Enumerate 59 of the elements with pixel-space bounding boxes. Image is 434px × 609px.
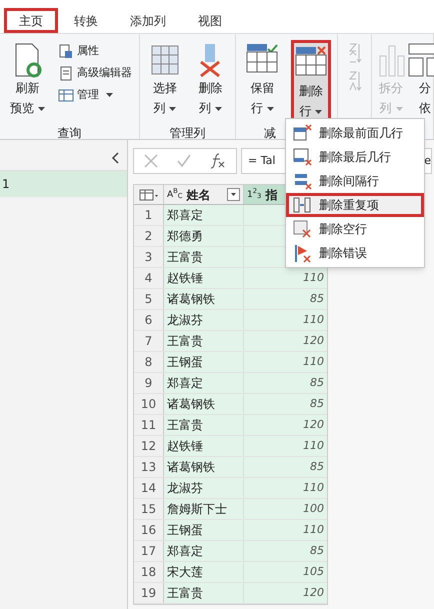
row-number: 12 xyxy=(134,436,164,456)
row-number: 11 xyxy=(134,415,164,435)
table-cell: 110 xyxy=(244,310,327,330)
table-cell: 105 xyxy=(244,562,327,582)
table-cell: 龙淑芬 xyxy=(164,310,244,330)
table-cell: 龙淑芬 xyxy=(164,478,244,498)
table-cell: 85 xyxy=(244,457,327,477)
row-number: 16 xyxy=(134,520,164,540)
table-cell: 110 xyxy=(244,352,327,372)
table-cell: 宋大莲 xyxy=(164,562,244,582)
row-number: 1 xyxy=(134,205,164,225)
table-cell: 王钢蛋 xyxy=(164,352,244,372)
table-cell: 120 xyxy=(244,415,327,435)
table-cell: 110 xyxy=(244,478,327,498)
row-number: 5 xyxy=(134,289,164,309)
table-cell: 120 xyxy=(244,583,327,603)
group-label: 管理列 xyxy=(168,125,206,142)
row-number: 15 xyxy=(134,499,164,519)
table-cell: 诸葛钢铁 xyxy=(164,289,244,309)
table-cell: 诸葛钢铁 xyxy=(164,394,244,414)
table-cell: 赵铁锤 xyxy=(164,268,244,288)
table-cell: 王富贵 xyxy=(164,415,244,435)
row-number: 2 xyxy=(134,226,164,246)
table-cell: 郑喜定 xyxy=(164,541,244,561)
table-cell: 王富贵 xyxy=(164,583,244,603)
table-cell: 詹姆斯下士 xyxy=(164,499,244,519)
table-cell: 郑喜定 xyxy=(164,205,244,225)
table-cell: 诸葛钢铁 xyxy=(164,457,244,477)
table-cell: 100 xyxy=(244,499,327,519)
row-number: 10 xyxy=(134,394,164,414)
table-cell: 120 xyxy=(244,331,327,351)
table-cell: 110 xyxy=(244,520,327,540)
row-number: 19 xyxy=(134,583,164,603)
table-cell: 85 xyxy=(244,541,327,561)
table-cell: 赵铁锤 xyxy=(164,436,244,456)
row-number: 17 xyxy=(134,541,164,561)
row-number: 14 xyxy=(134,478,164,498)
group-label: 减 xyxy=(264,125,276,142)
table-cell: 85 xyxy=(244,289,327,309)
row-number: 3 xyxy=(134,247,164,267)
table-cell: 郑德勇 xyxy=(164,226,244,246)
table-cell: 王富贵 xyxy=(164,247,244,267)
table-cell: 王钢蛋 xyxy=(164,520,244,540)
table-cell: 110 xyxy=(244,268,327,288)
column-title: 指 xyxy=(265,186,278,204)
row-number: 7 xyxy=(134,331,164,351)
table-cell: 郑喜定 xyxy=(164,373,244,393)
table-cell: 85 xyxy=(244,394,327,414)
row-number: 4 xyxy=(134,268,164,288)
row-number: 6 xyxy=(134,310,164,330)
table-cell: 85 xyxy=(244,373,327,393)
row-number: 18 xyxy=(134,562,164,582)
column-title: 姓名 xyxy=(186,186,210,204)
table-cell: 王富贵 xyxy=(164,331,244,351)
row-number: 9 xyxy=(134,373,164,393)
row-number: 8 xyxy=(134,352,164,372)
table-cell: 110 xyxy=(244,436,327,456)
group-label: 查询 xyxy=(56,125,82,142)
row-number: 13 xyxy=(134,457,164,477)
